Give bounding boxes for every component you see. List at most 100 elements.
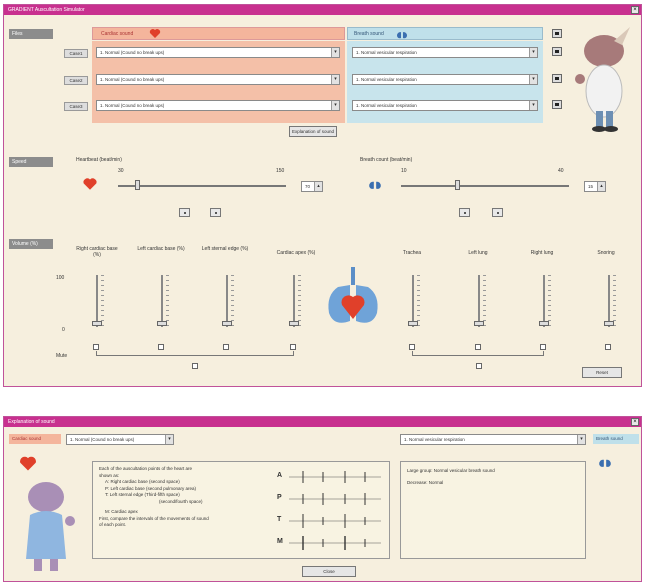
volume-ticks bbox=[483, 275, 486, 327]
heartbeat-stop-button[interactable] bbox=[210, 208, 221, 217]
mute-checkbox[interactable] bbox=[93, 344, 99, 350]
volume-thumb[interactable] bbox=[222, 321, 232, 326]
breath-select-value: 1. Normal vesicular respiration bbox=[356, 103, 417, 108]
mute-checkbox[interactable] bbox=[540, 344, 546, 350]
heartbeat-value-field[interactable]: 70 ▴ bbox=[301, 181, 323, 192]
cardiac-sound-select[interactable]: 1. Normal (Cound no break ups) ▾ bbox=[96, 100, 340, 111]
volume-track[interactable] bbox=[478, 275, 480, 327]
volume-track[interactable] bbox=[543, 275, 545, 327]
volume-track[interactable] bbox=[161, 275, 163, 327]
case1-play-button[interactable] bbox=[552, 47, 562, 56]
close-button[interactable]: Close bbox=[302, 566, 356, 577]
volume-track[interactable] bbox=[96, 275, 98, 327]
breath-sound-select[interactable]: 1. Normal vesicular respiration ▾ bbox=[352, 100, 538, 111]
volume-track[interactable] bbox=[608, 275, 610, 327]
volume-ticks bbox=[166, 275, 169, 327]
mute-bracket-cardiac bbox=[96, 351, 294, 356]
volume-thumb[interactable] bbox=[157, 321, 167, 326]
case-tag: Case3 bbox=[64, 102, 88, 111]
chevron-down-icon: ▾ bbox=[577, 435, 585, 444]
volume-thumb[interactable] bbox=[474, 321, 484, 326]
volume-ticks bbox=[298, 275, 301, 327]
volume-ticks bbox=[231, 275, 234, 327]
channel-label-trachea: Trachea bbox=[402, 250, 422, 256]
mute-checkbox[interactable] bbox=[475, 344, 481, 350]
close-window-button[interactable]: × bbox=[631, 6, 639, 14]
volume-track[interactable] bbox=[412, 275, 414, 327]
breath-select-value: 1. Normal vesicular respiration bbox=[356, 77, 417, 82]
case2-play-button[interactable] bbox=[552, 74, 562, 83]
breath-sound-select[interactable]: 1. Normal vesicular respiration ▾ bbox=[352, 74, 538, 85]
breath-explanation-line-2: Decrease: Normal bbox=[407, 480, 444, 485]
mute-all-cardiac-checkbox[interactable] bbox=[192, 363, 198, 369]
waveform-label: A bbox=[277, 472, 283, 479]
case3-play-button[interactable] bbox=[552, 100, 562, 109]
breath-select-value: 1. Normal vesicular respiration bbox=[404, 437, 465, 442]
mute-checkbox[interactable] bbox=[605, 344, 611, 350]
waveform-row: P bbox=[277, 492, 385, 506]
heartbeat-value: 70 bbox=[305, 184, 311, 189]
mute-label: Mute bbox=[56, 353, 68, 359]
cardiac-select-value: 1. Normal (Cound no break ups) bbox=[100, 50, 165, 55]
volume-100-label: 100 bbox=[56, 275, 65, 281]
heartbeat-play-button[interactable] bbox=[179, 208, 190, 217]
volume-ticks bbox=[613, 275, 616, 327]
breath-slider-track[interactable] bbox=[401, 185, 569, 187]
simulator-window: GRADIENT Auscultation Simulator × Files … bbox=[3, 4, 642, 387]
mute-checkbox[interactable] bbox=[158, 344, 164, 350]
waveform-label: T bbox=[277, 516, 282, 523]
text-line: (second/fourth space) bbox=[159, 498, 203, 504]
rhino-doctor-mascot bbox=[575, 27, 630, 132]
mute-checkbox[interactable] bbox=[290, 344, 296, 350]
cardiac-sound-select[interactable]: 1. Normal (Cound no break ups) ▾ bbox=[96, 47, 340, 58]
mute-checkbox[interactable] bbox=[409, 344, 415, 350]
heartbeat-max: 150 bbox=[276, 168, 285, 174]
chevron-down-icon: ▾ bbox=[529, 75, 537, 84]
explanation-window: Explanation of sound × Cardiac sound 1. … bbox=[3, 416, 642, 582]
breath-slider-thumb[interactable] bbox=[455, 180, 460, 190]
breath-max: 40 bbox=[558, 168, 564, 174]
volume-track[interactable] bbox=[293, 275, 295, 327]
heartbeat-label: Heartbeat (beat/min) bbox=[76, 157, 122, 163]
volume-thumb[interactable] bbox=[92, 321, 102, 326]
breath-play-button[interactable] bbox=[459, 208, 470, 217]
case-tag: Case2 bbox=[64, 76, 88, 85]
breath-sound-select[interactable]: 1. Normal vesicular respiration ▾ bbox=[352, 47, 538, 58]
volume-track[interactable] bbox=[226, 275, 228, 327]
explanation-of-sound-button[interactable]: Explanation of sound bbox=[289, 126, 338, 137]
breath-value: 15 bbox=[588, 184, 594, 189]
explanation-breath-select[interactable]: 1. Normal vesicular respiration ▾ bbox=[400, 434, 586, 445]
mute-all-breath-checkbox[interactable] bbox=[476, 363, 482, 369]
case-row: Case1 1. Normal (Cound no break ups) ▾ 1.… bbox=[60, 46, 544, 60]
titlebar: Explanation of sound × bbox=[4, 417, 641, 427]
waveform-t bbox=[289, 514, 381, 528]
breath-count-label: Breath count (beat/min) bbox=[360, 157, 413, 163]
reset-button[interactable]: Reset bbox=[582, 367, 622, 378]
chevron-down-icon: ▾ bbox=[331, 101, 339, 110]
volume-thumb[interactable] bbox=[539, 321, 549, 326]
volume-ticks bbox=[417, 275, 420, 327]
heart-icon bbox=[83, 178, 97, 190]
volume-thumb[interactable] bbox=[604, 321, 614, 326]
volume-thumb[interactable] bbox=[289, 321, 299, 326]
mute-bracket-breath bbox=[412, 351, 544, 356]
breath-value-field[interactable]: 15 ▴ bbox=[584, 181, 606, 192]
volume-section-label: Volume (%) bbox=[9, 239, 53, 249]
mute-checkbox[interactable] bbox=[223, 344, 229, 350]
heartbeat-slider-track[interactable] bbox=[118, 185, 286, 187]
explanation-cardiac-select[interactable]: 1. Normal (Cound no break ups) ▾ bbox=[66, 434, 174, 445]
close-window-button[interactable]: × bbox=[631, 418, 639, 426]
channel-label-left-sternal-edge: Left sternal edge (%) bbox=[201, 246, 249, 252]
chevron-down-icon: ▾ bbox=[529, 101, 537, 110]
channel-label-snoring: Snoring bbox=[597, 250, 615, 256]
case-row: Case2 1. Normal (Cound no break ups) ▾ 1.… bbox=[60, 73, 544, 87]
breath-explanation-panel: Large group: Normal vesicular breath sou… bbox=[400, 461, 586, 559]
cardiac-sound-select[interactable]: 1. Normal (Cound no break ups) ▾ bbox=[96, 74, 340, 85]
breath-stop-button[interactable] bbox=[492, 208, 503, 217]
cardiac-header-label: Cardiac sound bbox=[101, 31, 134, 37]
volume-thumb[interactable] bbox=[408, 321, 418, 326]
header-stop-button[interactable] bbox=[552, 29, 562, 38]
titlebar: GRADIENT Auscultation Simulator × bbox=[4, 5, 641, 15]
channel-label-right-cardiac-base: Right cardiac base (%) bbox=[76, 246, 118, 258]
heartbeat-slider-thumb[interactable] bbox=[135, 180, 140, 190]
